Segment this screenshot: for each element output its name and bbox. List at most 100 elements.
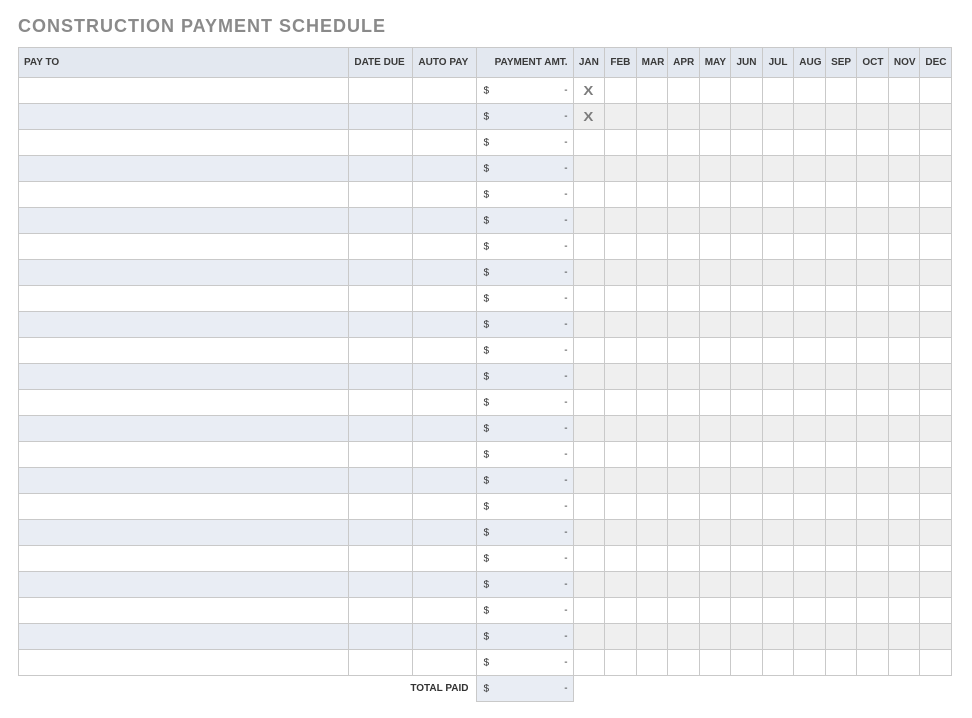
cell-month-jul[interactable] xyxy=(762,624,794,650)
cell-auto-pay[interactable] xyxy=(413,416,477,442)
cell-month-mar[interactable] xyxy=(636,442,668,468)
cell-month-mar[interactable] xyxy=(636,416,668,442)
cell-month-apr[interactable] xyxy=(668,286,700,312)
cell-month-jul[interactable] xyxy=(762,156,794,182)
cell-payment-amt[interactable]: $- xyxy=(477,390,573,416)
cell-auto-pay[interactable] xyxy=(413,390,477,416)
cell-month-jul[interactable] xyxy=(762,468,794,494)
cell-month-jan[interactable] xyxy=(573,156,605,182)
cell-month-mar[interactable] xyxy=(636,494,668,520)
cell-month-jun[interactable] xyxy=(731,78,763,104)
cell-month-mar[interactable] xyxy=(636,468,668,494)
cell-date-due[interactable] xyxy=(349,546,413,572)
cell-month-oct[interactable] xyxy=(857,104,889,130)
cell-auto-pay[interactable] xyxy=(413,130,477,156)
cell-month-feb[interactable] xyxy=(605,78,637,104)
cell-month-apr[interactable] xyxy=(668,234,700,260)
cell-month-mar[interactable] xyxy=(636,130,668,156)
cell-month-nov[interactable] xyxy=(888,78,920,104)
cell-month-mar[interactable] xyxy=(636,390,668,416)
cell-month-feb[interactable] xyxy=(605,182,637,208)
cell-pay-to[interactable] xyxy=(19,416,349,442)
cell-pay-to[interactable] xyxy=(19,130,349,156)
cell-month-aug[interactable] xyxy=(794,338,826,364)
cell-month-mar[interactable] xyxy=(636,338,668,364)
cell-month-aug[interactable] xyxy=(794,494,826,520)
cell-month-sep[interactable] xyxy=(825,104,857,130)
cell-date-due[interactable] xyxy=(349,650,413,676)
cell-auto-pay[interactable] xyxy=(413,598,477,624)
cell-month-feb[interactable] xyxy=(605,416,637,442)
cell-month-may[interactable] xyxy=(699,494,731,520)
cell-month-aug[interactable] xyxy=(794,624,826,650)
cell-month-jun[interactable] xyxy=(731,208,763,234)
cell-payment-amt[interactable]: $- xyxy=(477,104,573,130)
cell-payment-amt[interactable]: $- xyxy=(477,650,573,676)
cell-month-oct[interactable] xyxy=(857,598,889,624)
cell-month-may[interactable] xyxy=(699,130,731,156)
cell-month-sep[interactable] xyxy=(825,416,857,442)
cell-month-apr[interactable] xyxy=(668,546,700,572)
cell-month-nov[interactable] xyxy=(888,260,920,286)
cell-month-mar[interactable] xyxy=(636,520,668,546)
cell-payment-amt[interactable]: $- xyxy=(477,416,573,442)
cell-month-dec[interactable] xyxy=(920,208,952,234)
cell-auto-pay[interactable] xyxy=(413,650,477,676)
cell-month-may[interactable] xyxy=(699,338,731,364)
cell-auto-pay[interactable] xyxy=(413,338,477,364)
cell-month-jul[interactable] xyxy=(762,208,794,234)
cell-month-oct[interactable] xyxy=(857,338,889,364)
cell-month-jan[interactable] xyxy=(573,546,605,572)
cell-month-sep[interactable] xyxy=(825,260,857,286)
cell-month-sep[interactable] xyxy=(825,442,857,468)
cell-auto-pay[interactable] xyxy=(413,624,477,650)
cell-month-sep[interactable] xyxy=(825,598,857,624)
cell-month-dec[interactable] xyxy=(920,546,952,572)
cell-date-due[interactable] xyxy=(349,520,413,546)
cell-month-jul[interactable] xyxy=(762,572,794,598)
cell-month-feb[interactable] xyxy=(605,546,637,572)
cell-month-nov[interactable] xyxy=(888,208,920,234)
cell-month-jul[interactable] xyxy=(762,364,794,390)
cell-month-mar[interactable] xyxy=(636,156,668,182)
cell-month-mar[interactable] xyxy=(636,624,668,650)
cell-month-jul[interactable] xyxy=(762,286,794,312)
cell-pay-to[interactable] xyxy=(19,234,349,260)
cell-month-aug[interactable] xyxy=(794,234,826,260)
cell-payment-amt[interactable]: $- xyxy=(477,546,573,572)
cell-month-oct[interactable] xyxy=(857,364,889,390)
cell-month-dec[interactable] xyxy=(920,390,952,416)
cell-month-oct[interactable] xyxy=(857,468,889,494)
cell-month-apr[interactable] xyxy=(668,494,700,520)
cell-month-may[interactable] xyxy=(699,572,731,598)
cell-date-due[interactable] xyxy=(349,78,413,104)
cell-date-due[interactable] xyxy=(349,468,413,494)
cell-month-apr[interactable] xyxy=(668,442,700,468)
cell-month-oct[interactable] xyxy=(857,182,889,208)
cell-month-nov[interactable] xyxy=(888,572,920,598)
cell-month-aug[interactable] xyxy=(794,260,826,286)
cell-month-feb[interactable] xyxy=(605,390,637,416)
cell-month-apr[interactable] xyxy=(668,130,700,156)
cell-month-nov[interactable] xyxy=(888,338,920,364)
cell-date-due[interactable] xyxy=(349,494,413,520)
cell-month-oct[interactable] xyxy=(857,78,889,104)
cell-month-sep[interactable] xyxy=(825,156,857,182)
cell-month-mar[interactable] xyxy=(636,260,668,286)
cell-auto-pay[interactable] xyxy=(413,572,477,598)
cell-month-jun[interactable] xyxy=(731,624,763,650)
cell-month-mar[interactable] xyxy=(636,650,668,676)
cell-month-apr[interactable] xyxy=(668,78,700,104)
cell-month-feb[interactable] xyxy=(605,520,637,546)
cell-month-may[interactable] xyxy=(699,104,731,130)
cell-month-feb[interactable] xyxy=(605,494,637,520)
cell-month-jun[interactable] xyxy=(731,182,763,208)
cell-pay-to[interactable] xyxy=(19,338,349,364)
cell-month-feb[interactable] xyxy=(605,208,637,234)
cell-auto-pay[interactable] xyxy=(413,234,477,260)
cell-month-jan[interactable] xyxy=(573,234,605,260)
cell-month-feb[interactable] xyxy=(605,572,637,598)
cell-month-jan[interactable] xyxy=(573,182,605,208)
cell-month-jun[interactable] xyxy=(731,494,763,520)
cell-month-jun[interactable] xyxy=(731,364,763,390)
